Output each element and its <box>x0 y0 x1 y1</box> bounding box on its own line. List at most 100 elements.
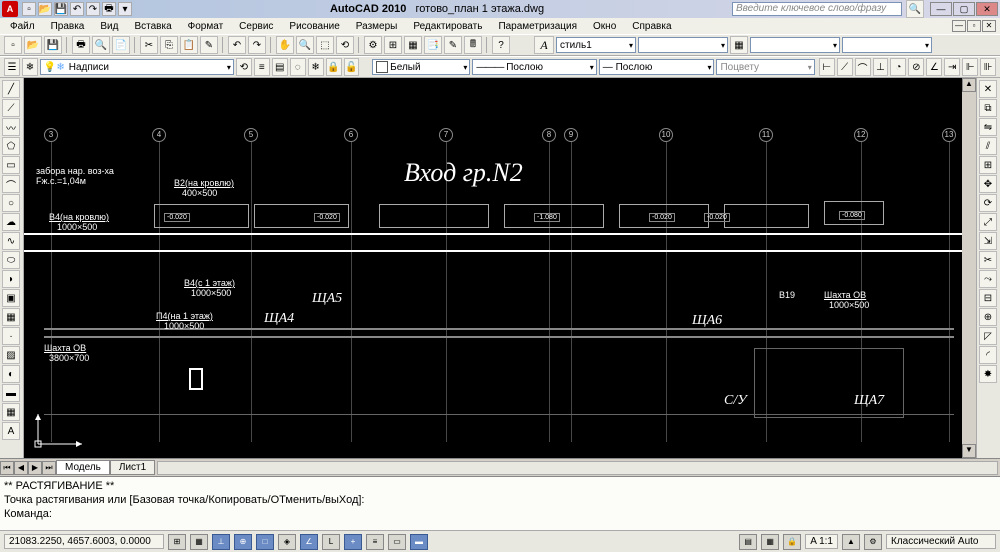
tab-sheet1[interactable]: Лист1 <box>110 460 155 475</box>
scale-icon[interactable]: ⤢ <box>979 213 997 231</box>
command-input[interactable] <box>55 507 996 521</box>
qat-undo-icon[interactable]: ↶ <box>70 2 84 16</box>
chamfer-icon[interactable]: ◸ <box>979 327 997 345</box>
dim-diameter-icon[interactable]: ⊘ <box>908 58 924 76</box>
stretch-icon[interactable]: ⇲ <box>979 232 997 250</box>
quickview-layouts-icon[interactable]: ▤ <box>739 534 757 550</box>
line-icon[interactable]: ╱ <box>2 80 20 98</box>
drawing-canvas[interactable]: 3 4 5 6 7 8 9 10 11 12 13 <box>24 78 976 458</box>
osnap-toggle[interactable]: □ <box>256 534 274 550</box>
preview-icon[interactable]: 🔍 <box>92 36 110 54</box>
ellipse-arc-icon[interactable]: ◗ <box>2 270 20 288</box>
menu-view[interactable]: Вид <box>94 21 124 32</box>
dim-quick-icon[interactable]: ⇥ <box>944 58 960 76</box>
autocad-logo-icon[interactable]: A <box>2 1 18 17</box>
print-icon[interactable]: 🖶 <box>72 36 90 54</box>
lineweight-combo[interactable]: — Послою <box>599 59 715 75</box>
layer-freeze-icon[interactable]: ❄ <box>308 58 324 76</box>
fillet-icon[interactable]: ◜ <box>979 346 997 364</box>
cut-icon[interactable]: ✂ <box>140 36 158 54</box>
dim-linear-icon[interactable]: ⊢ <box>819 58 835 76</box>
offset-icon[interactable]: ⫽ <box>979 137 997 155</box>
markup-icon[interactable]: ✎ <box>444 36 462 54</box>
doc-restore-button[interactable]: ▫ <box>967 20 981 32</box>
layer-match-icon[interactable]: ≡ <box>254 58 270 76</box>
menu-format[interactable]: Формат <box>182 21 230 32</box>
tab-prev-icon[interactable]: ◀ <box>14 461 28 475</box>
zoom-prev-icon[interactable]: ⟲ <box>336 36 354 54</box>
menu-tools[interactable]: Сервис <box>233 21 279 32</box>
rectangle-icon[interactable]: ▭ <box>2 156 20 174</box>
help-icon[interactable]: ? <box>492 36 510 54</box>
break-icon[interactable]: ⊟ <box>979 289 997 307</box>
mtext-icon[interactable]: A <box>2 422 20 440</box>
save-icon[interactable]: 💾 <box>44 36 62 54</box>
model-toggle[interactable]: ▬ <box>410 534 428 550</box>
region-icon[interactable]: ▬ <box>2 384 20 402</box>
menu-help[interactable]: Справка <box>626 21 677 32</box>
annotation-visibility-icon[interactable]: ▲ <box>842 534 860 550</box>
qat-print-icon[interactable]: 🖶 <box>102 2 116 16</box>
table-style-icon[interactable]: ▦ <box>730 36 748 54</box>
dim-baseline-icon[interactable]: ⊩ <box>962 58 978 76</box>
pan-icon[interactable]: ✋ <box>276 36 294 54</box>
grid-toggle[interactable]: ▦ <box>190 534 208 550</box>
copy-icon[interactable]: ⎘ <box>160 36 178 54</box>
table-icon[interactable]: ▦ <box>2 403 20 421</box>
dim-ord-icon[interactable]: ⊥ <box>873 58 889 76</box>
snap-toggle[interactable]: ⊞ <box>168 534 186 550</box>
paste-icon[interactable]: 📋 <box>180 36 198 54</box>
qat-save-icon[interactable]: 💾 <box>54 2 68 16</box>
coordinates-display[interactable]: 21083.2250, 4657.6003, 0.0000 <box>4 534 164 549</box>
maximize-button[interactable]: ▢ <box>953 2 975 16</box>
qat-redo-icon[interactable]: ↷ <box>86 2 100 16</box>
rotate-icon[interactable]: ⟳ <box>979 194 997 212</box>
tab-next-icon[interactable]: ▶ <box>28 461 42 475</box>
quickview-drawings-icon[interactable]: ▦ <box>761 534 779 550</box>
gradient-icon[interactable]: ◐ <box>2 365 20 383</box>
text-style-combo[interactable]: стиль1 <box>556 37 636 53</box>
tab-first-icon[interactable]: ⏮ <box>0 461 14 475</box>
move-icon[interactable]: ✥ <box>979 175 997 193</box>
qat-more-icon[interactable]: ▾ <box>118 2 132 16</box>
qat-open-icon[interactable]: 📂 <box>38 2 52 16</box>
menu-insert[interactable]: Вставка <box>128 21 177 32</box>
mleader-style-combo[interactable] <box>842 37 932 53</box>
hatch-icon[interactable]: ▨ <box>2 346 20 364</box>
layer-states-icon[interactable]: ❄ <box>22 58 38 76</box>
menu-edit[interactable]: Правка <box>45 21 91 32</box>
zoom-window-icon[interactable]: ⬚ <box>316 36 334 54</box>
workspace-label[interactable]: Классический Auto <box>886 534 996 549</box>
dim-radius-icon[interactable]: ◔ <box>890 58 906 76</box>
dim-style-combo[interactable] <box>638 37 728 53</box>
redo-icon[interactable]: ↷ <box>248 36 266 54</box>
doc-close-button[interactable]: ✕ <box>982 20 996 32</box>
menu-modify[interactable]: Редактировать <box>407 21 488 32</box>
tab-model[interactable]: Модель <box>56 460 110 475</box>
point-icon[interactable]: · <box>2 327 20 345</box>
revcloud-icon[interactable]: ☁ <box>2 213 20 231</box>
layer-manager-icon[interactable]: ☰ <box>4 58 20 76</box>
explode-icon[interactable]: ✸ <box>979 365 997 383</box>
otrack-toggle[interactable]: ∠ <box>300 534 318 550</box>
make-block-icon[interactable]: ▦ <box>2 308 20 326</box>
menu-parametric[interactable]: Параметризация <box>492 21 583 32</box>
dim-angular-icon[interactable]: ∠ <box>926 58 942 76</box>
linetype-combo[interactable]: ——— Послою <box>472 59 596 75</box>
workspace-switch-icon[interactable]: ⚙ <box>864 534 882 550</box>
doc-minimize-button[interactable]: — <box>952 20 966 32</box>
ellipse-icon[interactable]: ⬭ <box>2 251 20 269</box>
help-search-input[interactable]: Введите ключевое слово/фразу <box>732 2 902 16</box>
annotation-scale[interactable]: A 1:1 <box>805 534 838 549</box>
insert-block-icon[interactable]: ▣ <box>2 289 20 307</box>
trim-icon[interactable]: ✂ <box>979 251 997 269</box>
extend-icon[interactable]: ⤳ <box>979 270 997 288</box>
polygon-icon[interactable]: ⬠ <box>2 137 20 155</box>
design-center-icon[interactable]: ⊞ <box>384 36 402 54</box>
dim-continue-icon[interactable]: ⊪ <box>980 58 996 76</box>
layer-prev-icon[interactable]: ⟲ <box>236 58 252 76</box>
arc-icon[interactable]: ⌒ <box>2 175 20 193</box>
tool-palette-icon[interactable]: ▦ <box>404 36 422 54</box>
close-button[interactable]: ✕ <box>976 2 998 16</box>
open-icon[interactable]: 📂 <box>24 36 42 54</box>
